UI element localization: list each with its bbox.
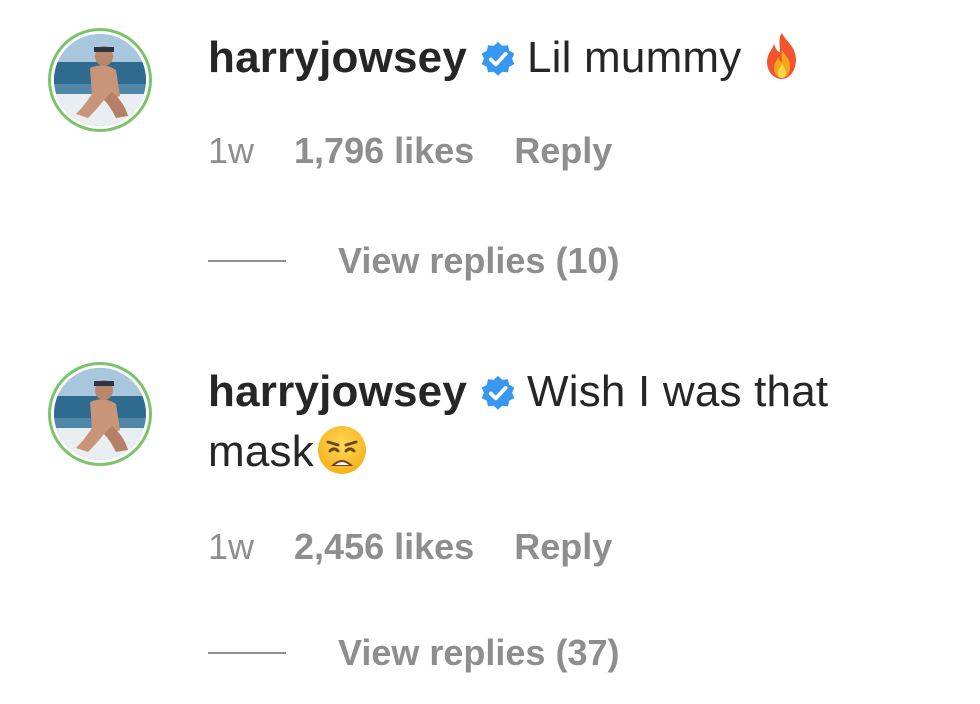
- comment-text-line1: Wish I was that: [527, 367, 829, 416]
- avatar-photo: [54, 34, 146, 126]
- comment-timestamp[interactable]: 1w: [208, 526, 254, 568]
- comment-timestamp[interactable]: 1w: [208, 130, 254, 172]
- avatar[interactable]: [48, 28, 152, 132]
- comment-item: harryjowsey Wish I was that mask 1w 2,45…: [0, 340, 980, 704]
- comment-meta: 1w 1,796 likes Reply: [208, 130, 612, 172]
- replies-divider-line: [208, 260, 286, 262]
- comment-meta: 1w 2,456 likes Reply: [208, 526, 612, 568]
- comment-text-line2: mask: [208, 427, 314, 476]
- fire-emoji-icon: [756, 30, 808, 82]
- verified-badge-icon: [479, 40, 517, 78]
- likes-count[interactable]: 2,456 likes: [294, 526, 474, 568]
- verified-badge-icon: [479, 374, 517, 412]
- comment-text: Lil mummy: [527, 33, 742, 82]
- comment-body: harryjowsey Lil mummy: [208, 28, 948, 88]
- comment-body: harryjowsey Wish I was that mask: [208, 362, 948, 482]
- view-replies-label[interactable]: View replies (37): [338, 632, 619, 674]
- comment-username[interactable]: harryjowsey: [208, 33, 467, 82]
- view-replies-button[interactable]: View replies (37): [208, 632, 619, 674]
- avatar[interactable]: [48, 362, 152, 466]
- view-replies-button[interactable]: View replies (10): [208, 240, 619, 282]
- reply-button[interactable]: Reply: [514, 526, 612, 568]
- view-replies-label[interactable]: View replies (10): [338, 240, 619, 282]
- weary-face-emoji-icon: [316, 424, 368, 476]
- comment-item: harryjowsey Lil mummy 1w 1,796 likes Rep…: [0, 0, 980, 340]
- likes-count[interactable]: 1,796 likes: [294, 130, 474, 172]
- reply-button[interactable]: Reply: [514, 130, 612, 172]
- comment-username[interactable]: harryjowsey: [208, 367, 467, 416]
- replies-divider-line: [208, 652, 286, 654]
- avatar-photo: [54, 368, 146, 460]
